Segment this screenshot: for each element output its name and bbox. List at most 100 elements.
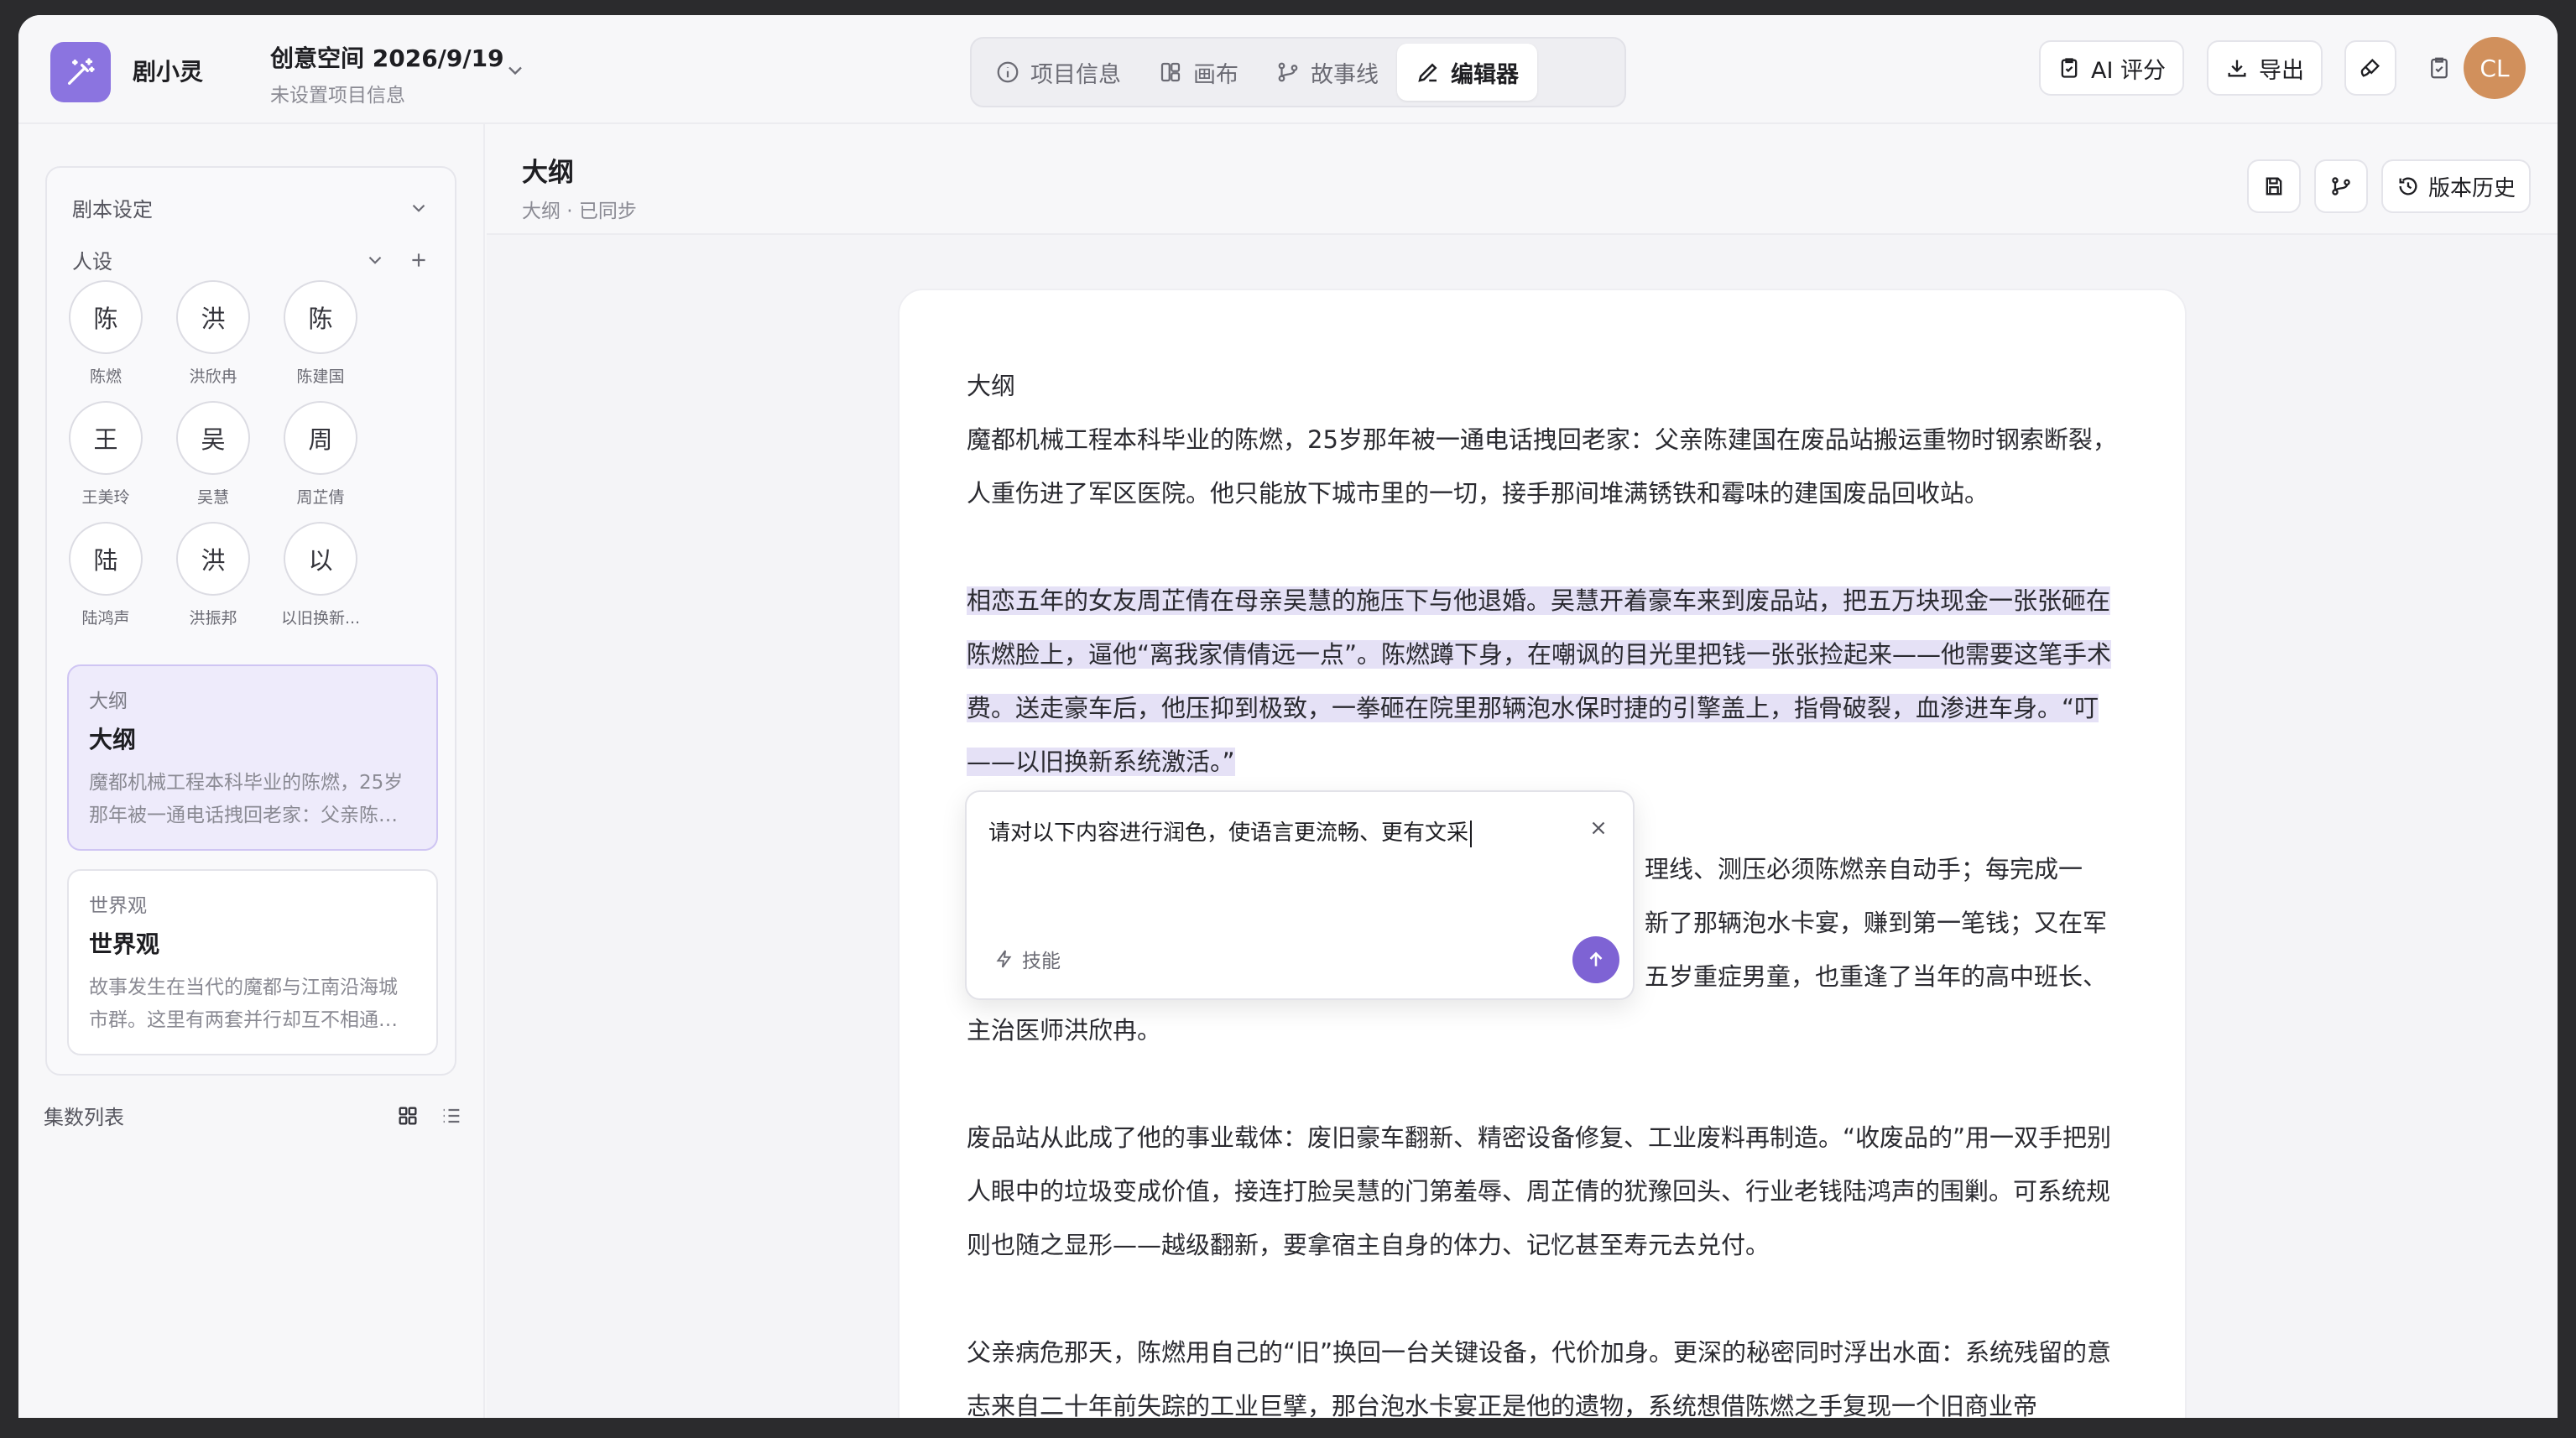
text-cursor: [1470, 820, 1473, 847]
close-icon[interactable]: [1588, 817, 1609, 839]
character-avatar: 王: [69, 401, 143, 475]
ai-prompt-input[interactable]: 请对以下内容进行润色，使语言更流畅、更有文采: [988, 815, 1473, 847]
document-title: 大纲: [522, 158, 574, 188]
card-title: 大纲: [89, 726, 137, 753]
paragraph-line: 主治医师洪欣冉。: [967, 1016, 1162, 1045]
tab-label: 项目信息: [1030, 61, 1121, 88]
export-label: 导出: [2259, 57, 2304, 84]
character-name: 陈燃: [89, 367, 122, 386]
save-icon: [2266, 177, 2282, 195]
skills-button[interactable]: 技能: [993, 945, 1061, 973]
project-subtitle: 未设置项目信息: [270, 85, 405, 107]
character-avatar: 洪: [176, 280, 250, 354]
paragraph: 废品站从此成了他的事业载体：废旧豪车翻新、精密设备修复、工业废料再制造。“收废品…: [967, 1123, 2112, 1259]
version-history-button[interactable]: 版本历史: [2381, 159, 2532, 213]
card-description: 故事发生在当代的魔都与江南沿海城市群。这里有两套并行却互不相通的经济秩序: [89, 977, 398, 1031]
worldview-card[interactable]: 世界观 世界观 故事发生在当代的魔都与江南沿海城市群。这里有两套并行却互不相通的…: [67, 869, 438, 1055]
tab-storyline[interactable]: 故事线: [1257, 44, 1397, 101]
character-item[interactable]: 洪 洪欣冉: [159, 280, 267, 387]
brush-icon: [2360, 59, 2380, 77]
character-avatar: 陈: [284, 280, 357, 354]
character-item[interactable]: 王 王美玲: [52, 401, 159, 508]
character-avatar: 周: [284, 401, 357, 475]
card-description: 魔都机械工程本科毕业的陈燃，25岁那年被一通电话拽回老家：父亲陈建国在废品站搬运…: [89, 772, 404, 826]
tab-editor[interactable]: 编辑器: [1397, 44, 1537, 101]
selected-text: 相恋五年的女友周芷倩在母亲吴慧的施压下与他退婚。吴慧开着豪车来到废品站，把五万块…: [967, 586, 2112, 776]
character-item[interactable]: 陈 陈建国: [267, 280, 374, 387]
character-name: 王美玲: [81, 488, 130, 507]
list-view-icon[interactable]: [440, 1104, 463, 1128]
document-status: 大纲 · 已同步: [522, 201, 637, 222]
skills-label: 技能: [1022, 951, 1061, 972]
characters-header: 人设: [72, 245, 430, 274]
tab-label: 画布: [1193, 61, 1238, 88]
document-header: 大纲 大纲 · 已同步 版本历史: [487, 124, 2558, 235]
view-tabs: 项目信息 画布 故事线 编辑器: [970, 37, 1626, 107]
pen-icon: [1418, 63, 1437, 82]
character-avatar: 洪: [176, 522, 250, 596]
paragraph-selected: 相恋五年的女友周芷倩在母亲吴慧的施压下与他退婚。吴慧开着豪车来到废品站，把五万块…: [967, 574, 2125, 789]
card-title: 世界观: [89, 930, 160, 958]
project-switcher[interactable]: 创意空间 2026/9/19 未设置项目信息: [270, 40, 504, 107]
character-item[interactable]: 周 周芷倩: [267, 401, 374, 508]
character-avatar: 陈: [69, 280, 143, 354]
branch-icon: [2332, 177, 2350, 195]
character-item[interactable]: 以 以旧换新...: [267, 522, 374, 628]
app-logo[interactable]: [50, 42, 111, 102]
character-item[interactable]: 陈 陈燃: [52, 280, 159, 387]
chevron-down-icon[interactable]: [503, 59, 527, 82]
magic-wand-icon: [68, 58, 95, 86]
grid-view-icon[interactable]: [396, 1104, 420, 1128]
app-frame: 剧小灵 创意空间 2026/9/19 未设置项目信息 项目信息 画布 故事线 编…: [18, 15, 2558, 1418]
characters-label: 人设: [72, 250, 112, 274]
character-avatar: 吴: [176, 401, 250, 475]
tab-label: 编辑器: [1451, 61, 1519, 88]
tab-canvas[interactable]: 画布: [1139, 44, 1257, 101]
sidebar: 剧本设定 人设 陈 陈燃 洪 洪欣冉 陈 陈建国 王 王美玲 吴 吴慧 周 周芷…: [18, 124, 485, 1418]
paragraph: 父亲病危那天，陈燃用自己的“旧”换回一台关键设备，代价加身。更深的秘密同时浮出水…: [967, 1338, 2112, 1418]
app-name: 剧小灵: [133, 58, 204, 86]
user-avatar[interactable]: CL: [2464, 37, 2526, 99]
paragraph-line: 理线、测压必须陈燃亲自动手；每完成一: [1645, 855, 2083, 883]
character-name: 周芷倩: [296, 488, 345, 507]
script-settings-header[interactable]: 剧本设定: [72, 193, 430, 222]
send-button[interactable]: [1572, 936, 1619, 983]
app-window: 剧小灵 创意空间 2026/9/19 未设置项目信息 项目信息 画布 故事线 编…: [0, 0, 2576, 1438]
character-avatar: 陆: [69, 522, 143, 596]
branch-button[interactable]: [2314, 159, 2368, 213]
character-name: 洪振邦: [189, 609, 237, 628]
tab-project-info[interactable]: 项目信息: [977, 44, 1139, 101]
clipboard-check-icon: [2061, 58, 2078, 78]
character-name: 陆鸿声: [81, 609, 130, 628]
history-icon: [2399, 177, 2417, 195]
paragraph: 魔都机械工程本科毕业的陈燃，25岁那年被一通电话拽回老家：父亲陈建国在废品站搬运…: [967, 425, 2117, 508]
episode-list-header: 集数列表: [44, 1101, 463, 1130]
card-category: 大纲: [89, 690, 128, 712]
ai-prompt-text: 请对以下内容进行润色，使语言更流畅、更有文采: [988, 821, 1469, 846]
chevron-down-icon[interactable]: [364, 249, 386, 271]
style-button[interactable]: [2344, 40, 2396, 96]
card-category: 世界观: [89, 895, 147, 917]
body-heading: 大纲: [967, 372, 1016, 400]
character-item[interactable]: 陆 陆鸿声: [52, 522, 159, 628]
outline-card[interactable]: 大纲 大纲 魔都机械工程本科毕业的陈燃，25岁那年被一通电话拽回老家：父亲陈建国…: [67, 664, 438, 851]
ai-score-label: AI 评分: [2091, 57, 2167, 84]
paragraph-line: 新了那辆泡水卡宴，赚到第一笔钱；又在军: [1645, 909, 2108, 937]
info-icon: [997, 61, 1019, 83]
version-history-label: 版本历史: [2428, 175, 2516, 201]
tab-label: 故事线: [1311, 61, 1379, 88]
chevron-down-icon[interactable]: [408, 197, 430, 219]
top-bar: 剧小灵 创意空间 2026/9/19 未设置项目信息 项目信息 画布 故事线 编…: [18, 15, 2558, 124]
character-name: 洪欣冉: [189, 367, 237, 386]
ai-score-button[interactable]: AI 评分: [2039, 40, 2185, 96]
export-button[interactable]: 导出: [2207, 40, 2323, 96]
add-icon[interactable]: [408, 249, 430, 271]
episode-list-label: 集数列表: [44, 1106, 124, 1129]
save-button[interactable]: [2247, 159, 2301, 213]
clipboard-icon[interactable]: [2427, 55, 2452, 81]
character-item[interactable]: 洪 洪振邦: [159, 522, 267, 628]
character-item[interactable]: 吴 吴慧: [159, 401, 267, 508]
character-avatar: 以: [284, 522, 357, 596]
section-title: 剧本设定: [72, 198, 153, 221]
download-icon: [2228, 60, 2246, 77]
